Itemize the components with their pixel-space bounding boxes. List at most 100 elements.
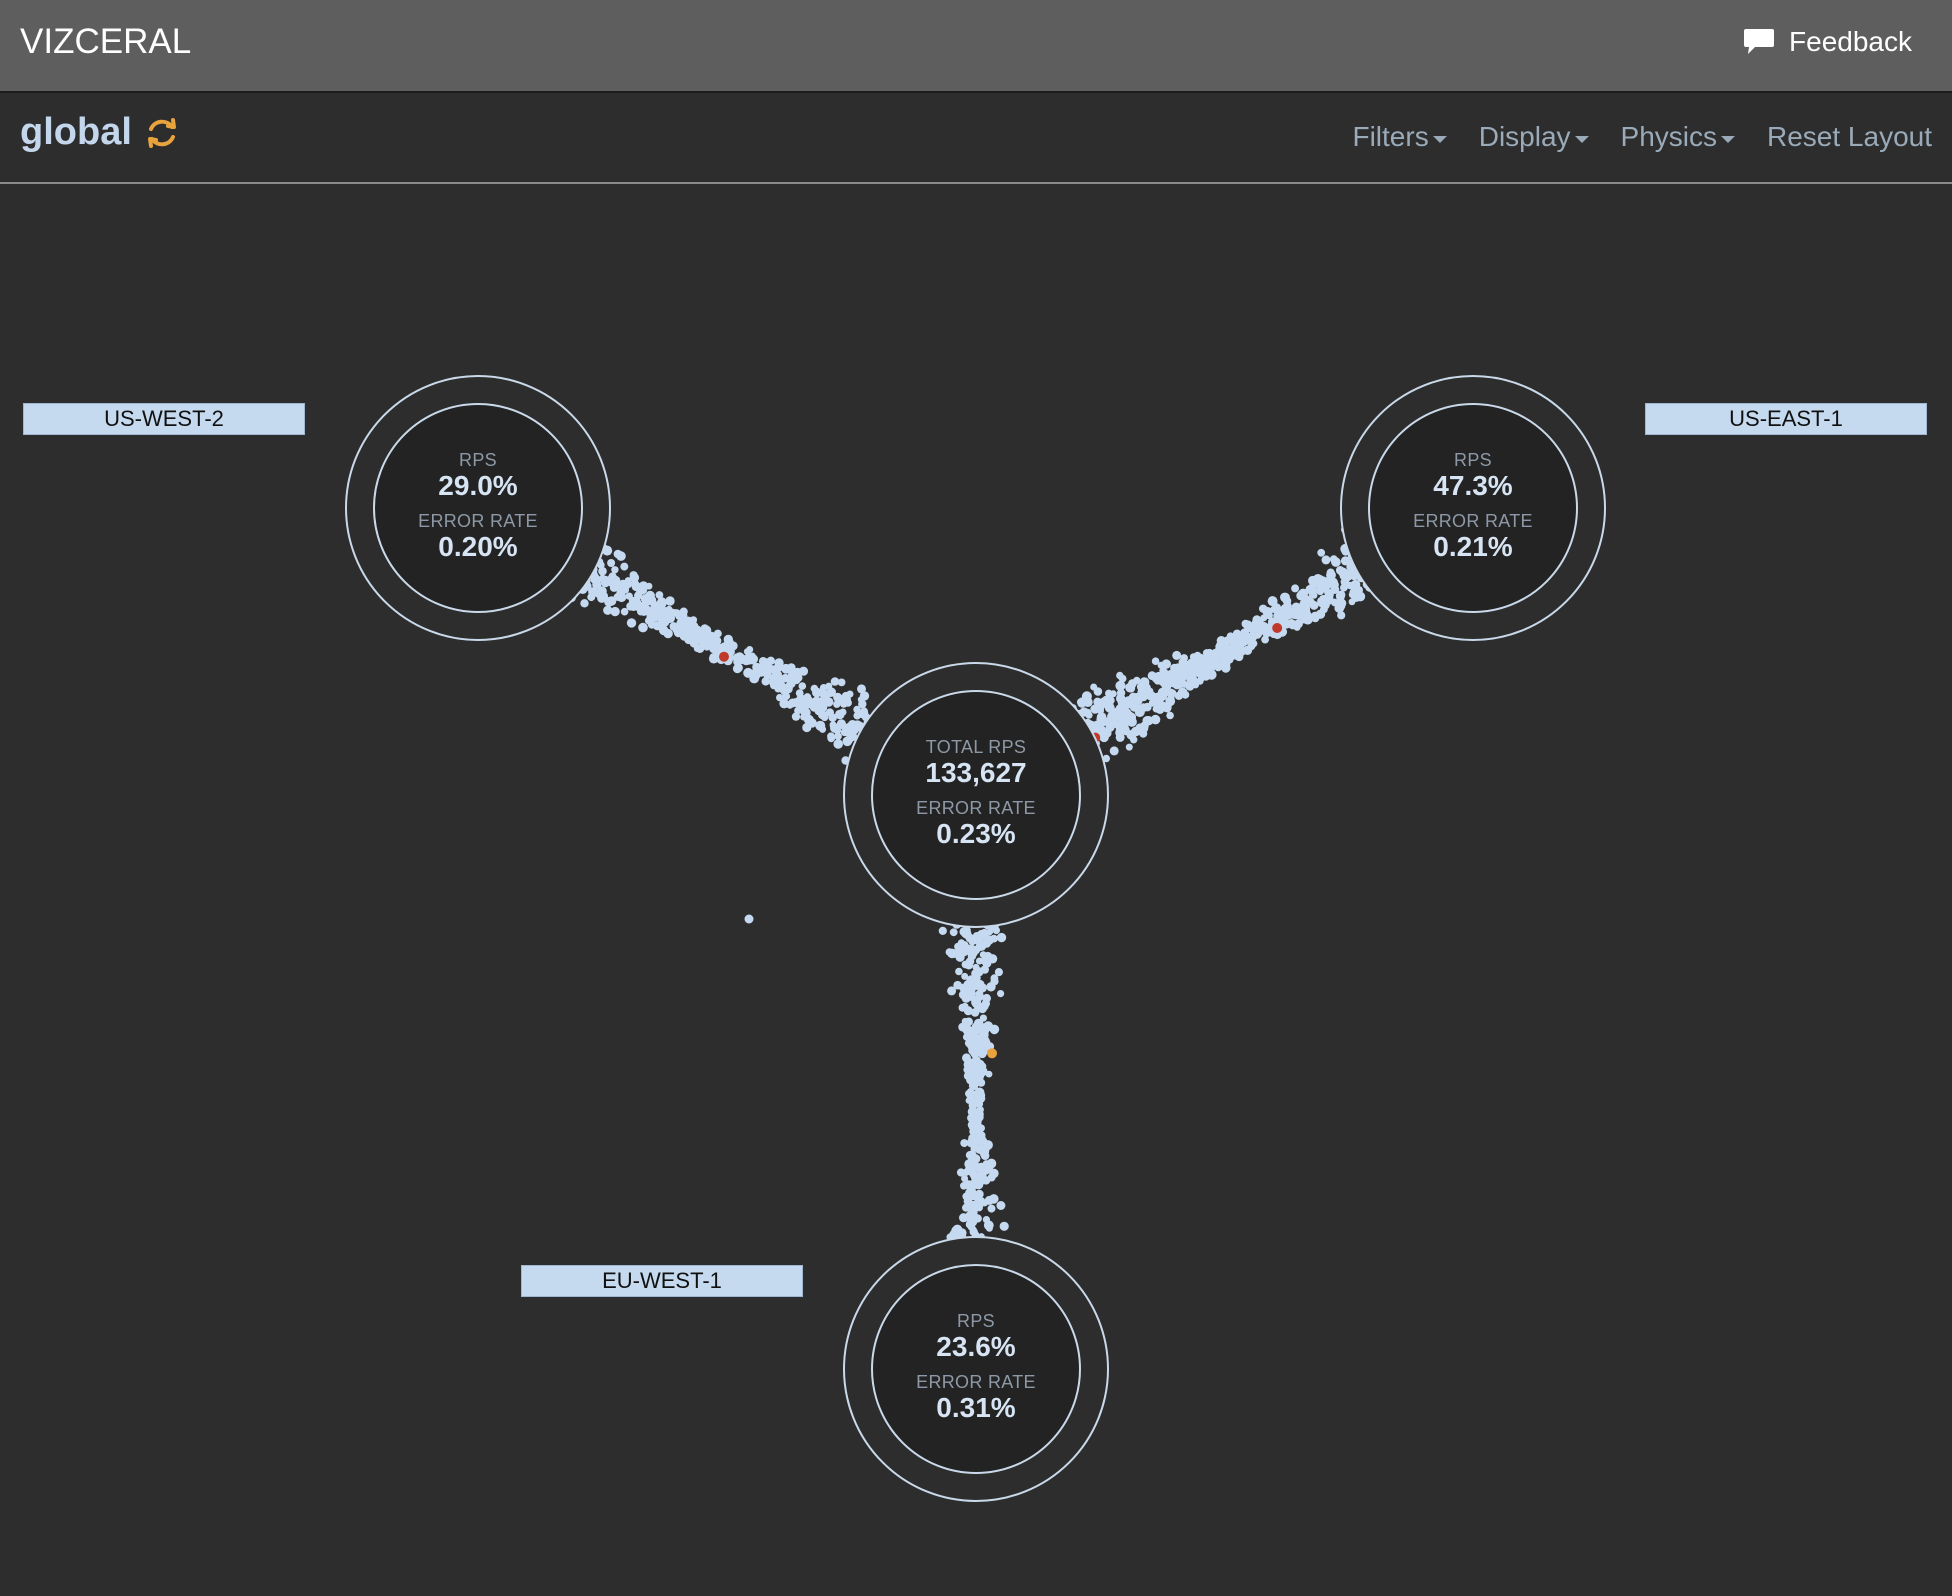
node-eu-west-1[interactable] [843, 1236, 1109, 1502]
app-title: VIZCERAL [20, 22, 192, 61]
node-us-west-2[interactable] [345, 375, 611, 641]
node-us-east-1[interactable] [1340, 375, 1606, 641]
traffic-particle [798, 682, 807, 690]
traffic-particle [1280, 592, 1289, 602]
traffic-particle [955, 952, 965, 962]
traffic-particle [969, 1192, 977, 1201]
traffic-particle [665, 596, 675, 606]
traffic-particle [971, 1175, 979, 1182]
traffic-particle [614, 582, 622, 590]
traffic-particle [981, 1026, 990, 1035]
traffic-particle [642, 594, 650, 601]
traffic-particle [679, 607, 688, 616]
feedback-button[interactable]: Feedback [1743, 26, 1912, 58]
traffic-particle [679, 631, 690, 641]
traffic-particle [980, 1147, 989, 1155]
traffic-particle [1317, 548, 1326, 557]
top-bar: VIZCERAL Feedback [0, 0, 1952, 93]
filters-label: Filters [1352, 121, 1429, 152]
traffic-particle [641, 604, 651, 614]
traffic-particle [999, 1221, 1009, 1231]
traffic-particle [611, 566, 619, 574]
traffic-particle [1288, 621, 1297, 630]
traffic-particle [616, 551, 626, 561]
traffic-particle [1291, 584, 1300, 593]
traffic-particle [695, 644, 705, 653]
node-internet[interactable] [843, 662, 1109, 928]
filters-menu[interactable]: Filters [1352, 121, 1447, 153]
traffic-graph[interactable]: US-WEST-2 US-EAST-1 EU-WEST-1 RPS 29.0% … [0, 186, 1952, 1596]
toolbar-menu: Filters Display Physics Reset Layout [1352, 121, 1932, 153]
traffic-particle [833, 692, 843, 702]
region-label-us-east-1[interactable]: US-EAST-1 [1645, 403, 1927, 435]
traffic-particle [602, 575, 610, 583]
traffic-particle [982, 958, 992, 968]
caret-down-icon [1432, 136, 1447, 143]
traffic-particle [1163, 705, 1172, 713]
traffic-particle [615, 592, 624, 601]
traffic-particle [781, 685, 789, 694]
traffic-particle [1168, 689, 1177, 698]
traffic-particle [1162, 683, 1170, 691]
caret-down-icon [1574, 136, 1589, 143]
traffic-particle [1181, 690, 1190, 699]
reset-layout-button[interactable]: Reset Layout [1767, 121, 1932, 153]
traffic-particle [1319, 583, 1328, 592]
warning-particle [987, 1048, 997, 1059]
physics-menu[interactable]: Physics [1621, 121, 1735, 153]
traffic-particle [1334, 603, 1345, 613]
traffic-particle [965, 957, 975, 966]
feedback-label: Feedback [1789, 26, 1912, 57]
traffic-particle [997, 990, 1005, 998]
traffic-particle [1315, 609, 1326, 619]
traffic-particle [962, 1168, 970, 1176]
traffic-particle [833, 739, 843, 749]
traffic-particle [821, 690, 831, 700]
traffic-particle [795, 689, 804, 697]
traffic-particle [982, 1216, 991, 1224]
traffic-particle [989, 1024, 1000, 1035]
traffic-particle [955, 967, 963, 976]
breadcrumb: global [20, 111, 180, 154]
traffic-particle [975, 1066, 983, 1075]
traffic-particle [1170, 663, 1180, 673]
region-label-eu-west-1[interactable]: EU-WEST-1 [521, 1265, 803, 1297]
traffic-particle [975, 942, 985, 951]
traffic-particle [638, 581, 649, 592]
traffic-particle [1139, 724, 1149, 733]
refresh-icon[interactable] [144, 115, 180, 151]
traffic-particle [985, 1224, 993, 1232]
traffic-particle [1157, 661, 1165, 669]
traffic-particle [1175, 680, 1184, 689]
traffic-particle [989, 1168, 999, 1179]
display-menu[interactable]: Display [1479, 121, 1589, 153]
traffic-particle [597, 593, 607, 603]
traffic-stream-eu-west-1 [938, 905, 1017, 1270]
traffic-particle [660, 607, 668, 614]
traffic-particle [978, 1046, 988, 1057]
traffic-particle [1219, 656, 1229, 665]
traffic-particle [788, 674, 797, 683]
traffic-particle [658, 625, 669, 636]
traffic-particle [815, 720, 826, 731]
traffic-particle [963, 1006, 973, 1016]
traffic-particle [1186, 666, 1196, 675]
traffic-particle [965, 1066, 975, 1076]
traffic-particle [1255, 621, 1265, 631]
traffic-particle [979, 1014, 988, 1022]
traffic-particle [713, 629, 722, 638]
traffic-particle [734, 652, 745, 663]
traffic-particle [969, 1227, 978, 1237]
traffic-particle [992, 926, 1000, 935]
region-label-us-west-2[interactable]: US-WEST-2 [23, 403, 305, 435]
traffic-particle [723, 634, 733, 645]
traffic-particle [1321, 555, 1331, 565]
page-title[interactable]: global [20, 111, 132, 154]
traffic-graph-canvas[interactable] [0, 186, 1952, 1596]
traffic-particle [746, 646, 754, 653]
traffic-particle [1291, 605, 1300, 615]
traffic-particle [1307, 585, 1318, 596]
traffic-stream-us-east-1 [1066, 525, 1395, 763]
traffic-particle [607, 598, 615, 605]
traffic-particle [820, 713, 829, 722]
